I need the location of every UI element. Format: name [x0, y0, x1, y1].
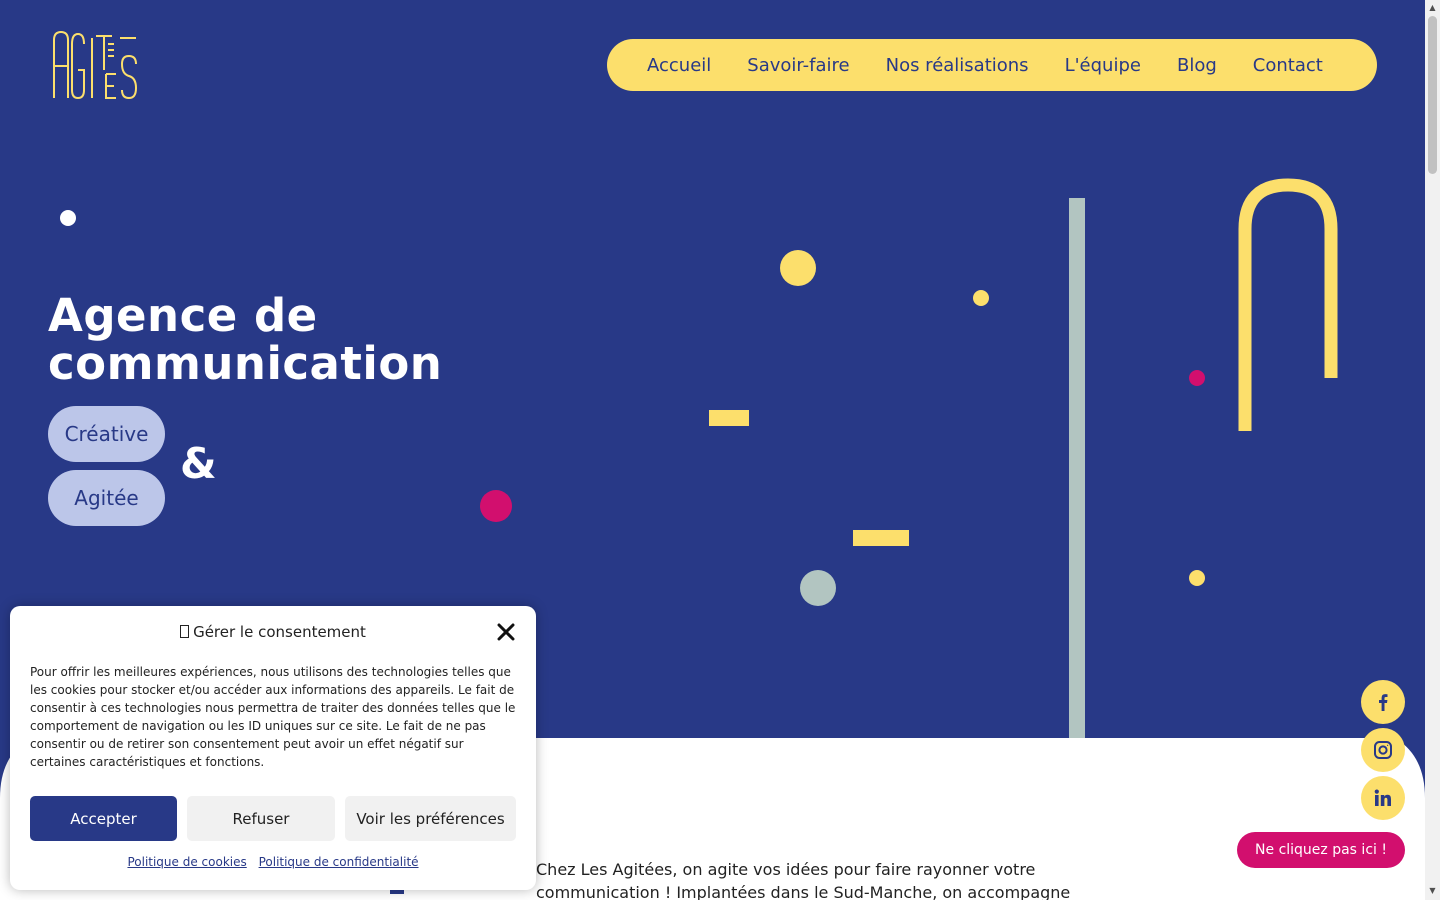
instagram-button[interactable] [1361, 728, 1405, 772]
nav-item-contact[interactable]: Contact [1253, 55, 1323, 76]
cookie-body: Pour offrir les meilleures expériences, … [30, 665, 516, 769]
linkedin-button[interactable] [1361, 776, 1405, 820]
nav-item-accueil[interactable]: Accueil [647, 55, 711, 76]
cookie-title-text: Gérer le consentement [193, 623, 366, 641]
dont-click-button[interactable]: Ne cliquez pas ici ! [1237, 832, 1405, 868]
hero-title: Agence de communication [48, 292, 442, 388]
nav-item-realisations[interactable]: Nos réalisations [886, 55, 1029, 76]
cookie-policy-link[interactable]: Politique de cookies [127, 855, 246, 869]
decor-dot-yellow-right [1189, 570, 1205, 586]
preferences-button[interactable]: Voir les préférences [345, 796, 516, 841]
hero-title-line1: Agence de [48, 289, 318, 342]
cookie-consent-modal: Gérer le consentement Pour offrir les me… [10, 606, 536, 890]
decor-arch [1238, 178, 1338, 431]
nav-item-blog[interactable]: Blog [1177, 55, 1217, 76]
decor-dot-yellow-small [973, 290, 989, 306]
cookie-links: Politique de cookies Politique de confid… [10, 855, 536, 869]
gear-icon [180, 625, 190, 638]
main-nav: Accueil Savoir-faire Nos réalisations L'… [607, 39, 1377, 91]
cookie-title: Gérer le consentement [10, 623, 536, 641]
facebook-button[interactable] [1361, 680, 1405, 724]
agitees-logo[interactable] [52, 30, 140, 100]
scroll-thumb[interactable] [1428, 16, 1437, 174]
close-icon[interactable] [495, 621, 517, 643]
decor-dot-pink-large [480, 490, 512, 522]
decor-dot-sage [800, 570, 836, 606]
pill-creative: Créative [48, 406, 165, 462]
scroll-up-arrow-icon[interactable]: ▲ [1428, 3, 1437, 13]
intro-text: Chez Les Agitées, on agite vos idées pou… [536, 860, 1071, 900]
page-scrollbar[interactable]: ▲ ▼ [1425, 0, 1440, 900]
decor-bar-yellow-2 [853, 530, 909, 546]
decor-bar-yellow-1 [709, 410, 749, 426]
ampersand: & [180, 439, 217, 488]
hero-title-line2: communication [48, 337, 443, 390]
nav-item-equipe[interactable]: L'équipe [1065, 55, 1141, 76]
facebook-icon [1379, 694, 1388, 711]
accept-button[interactable]: Accepter [30, 796, 177, 841]
instagram-icon [1374, 741, 1392, 759]
refuse-button[interactable]: Refuser [187, 796, 335, 841]
linkedin-icon [1374, 789, 1391, 806]
decor-vertical-bar [1069, 198, 1085, 738]
pill-agitee: Agitée [48, 470, 165, 526]
decor-dot-white [60, 210, 76, 226]
decor-dot-yellow-large [780, 250, 816, 286]
decor-dot-pink-small [1189, 370, 1205, 386]
nav-item-savoir-faire[interactable]: Savoir-faire [747, 55, 849, 76]
privacy-policy-link[interactable]: Politique de confidentialité [259, 855, 419, 869]
scroll-down-arrow-icon[interactable]: ▼ [1428, 886, 1437, 896]
